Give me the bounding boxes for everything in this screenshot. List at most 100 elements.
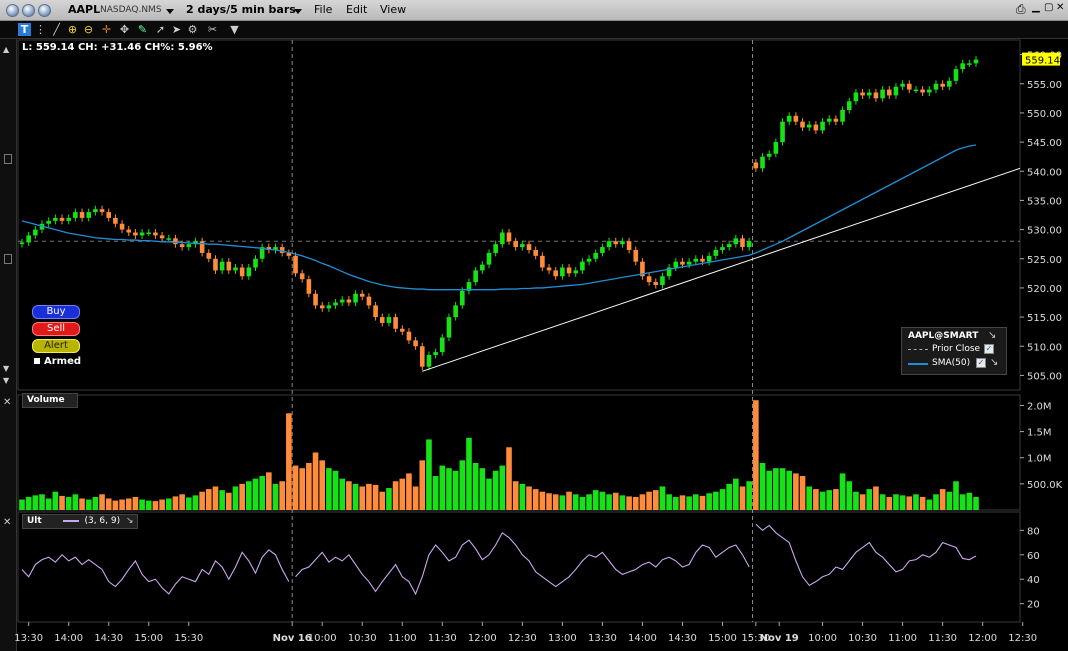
volume-bar <box>719 489 726 510</box>
sma-checkbox[interactable]: ✓ <box>976 358 986 368</box>
legend-edit-icon[interactable]: ↘ <box>988 330 996 341</box>
ult-edit-icon[interactable]: ↘ <box>126 516 134 526</box>
candle-body <box>833 118 839 122</box>
candle-body <box>206 252 212 259</box>
time-tick-label: 10:00 <box>808 633 837 644</box>
candle-body <box>219 261 225 271</box>
candle-body <box>960 63 965 70</box>
candle-body <box>53 217 58 221</box>
volume-bar <box>599 491 606 510</box>
candle-body <box>626 241 632 250</box>
volume-bar <box>666 494 672 510</box>
candle-body <box>166 238 172 240</box>
volume-bar <box>132 496 139 510</box>
time-tick-label: 11:30 <box>428 633 457 644</box>
candle-body <box>226 261 232 271</box>
alert-button[interactable]: Alert <box>32 339 80 353</box>
candle-body <box>480 264 485 271</box>
time-tick-label: Nov 19 <box>760 633 799 644</box>
candle-body <box>419 346 425 367</box>
candle-body <box>119 223 125 230</box>
candle-body <box>213 258 218 271</box>
volume-bar <box>773 468 779 510</box>
time-tick-label: 14:00 <box>54 633 83 644</box>
candle-body <box>159 235 165 239</box>
candle-body <box>233 267 238 271</box>
volume-bar <box>339 478 346 510</box>
sma-edit-icon[interactable]: ↘ <box>990 357 998 368</box>
candle-body <box>947 80 952 87</box>
candle-body <box>700 258 705 262</box>
legend-sma-label: SMA(50) <box>932 358 971 368</box>
volume-bar <box>246 481 252 510</box>
volume-bar <box>592 490 599 510</box>
candle-body <box>439 337 445 353</box>
prior-close-checkbox[interactable]: ✓ <box>984 344 994 354</box>
volume-bar <box>39 494 45 510</box>
candle-body <box>453 305 458 318</box>
price-chart[interactable]: 505.00 510.00 515.00 520.00 525.00 530.00 535.… <box>0 0 1068 651</box>
price-tick-label: 525.00 <box>1027 255 1062 266</box>
volume-bar <box>826 490 833 510</box>
candle-body <box>179 244 185 248</box>
candle-body <box>93 209 98 213</box>
candle-body <box>673 261 679 268</box>
volume-bar <box>706 493 712 510</box>
volume-bar <box>879 494 886 510</box>
volume-bar <box>886 496 893 510</box>
volume-bar <box>125 498 132 510</box>
volume-bar <box>753 400 759 510</box>
volume-bar <box>59 495 65 510</box>
candle-body <box>326 305 332 309</box>
armed-label: Armed <box>44 356 82 367</box>
sell-button[interactable]: Sell <box>32 322 80 336</box>
time-tick-label: Nov 16 <box>273 633 312 644</box>
volume-bar <box>632 496 639 510</box>
candle-body <box>573 270 579 274</box>
volume-bar <box>713 491 719 510</box>
candle-body <box>153 232 158 236</box>
candle-body <box>973 59 979 64</box>
price-tick-label: 550.00 <box>1027 109 1062 120</box>
volume-bar <box>953 481 959 510</box>
armed-checkbox[interactable]: Armed <box>34 356 81 367</box>
candle-body <box>426 355 432 367</box>
candle-body <box>433 352 438 355</box>
volume-bar <box>512 481 519 510</box>
candle-body <box>500 232 505 245</box>
volume-bar <box>893 494 899 510</box>
volume-bar <box>539 491 546 510</box>
candle-body <box>33 229 38 236</box>
ult-oscillator-line <box>21 549 290 595</box>
volume-bar <box>699 495 706 510</box>
volume-bar <box>372 484 379 510</box>
volume-bar <box>432 476 439 510</box>
volume-bar <box>532 489 539 510</box>
volume-bar <box>266 472 272 510</box>
candle-body <box>606 241 612 248</box>
volume-bar <box>779 468 786 510</box>
candle-body <box>379 317 385 323</box>
volume-bar <box>472 462 479 510</box>
volume-bar <box>939 489 946 510</box>
volume-bar <box>839 473 846 510</box>
volume-bar <box>559 495 566 510</box>
change-value: +31.46 <box>101 42 142 53</box>
candle-body <box>660 276 665 285</box>
volume-bar <box>65 496 72 510</box>
volume-bar <box>192 495 199 510</box>
volume-bar <box>853 491 859 510</box>
overlays <box>21 144 1021 372</box>
volume-bar <box>25 496 32 510</box>
volume-bar <box>726 483 732 510</box>
candle-body <box>586 258 592 262</box>
candle-body <box>580 261 585 271</box>
volume-tick-label: 500.0K <box>1027 480 1063 491</box>
time-tick-label: 11:30 <box>928 633 957 644</box>
buy-button[interactable]: Buy <box>32 305 80 319</box>
candle-body <box>99 209 105 213</box>
candle-body <box>406 331 412 341</box>
time-tick-label: 11:00 <box>388 633 417 644</box>
volume-bar <box>72 494 79 510</box>
volume-bars <box>19 400 979 510</box>
